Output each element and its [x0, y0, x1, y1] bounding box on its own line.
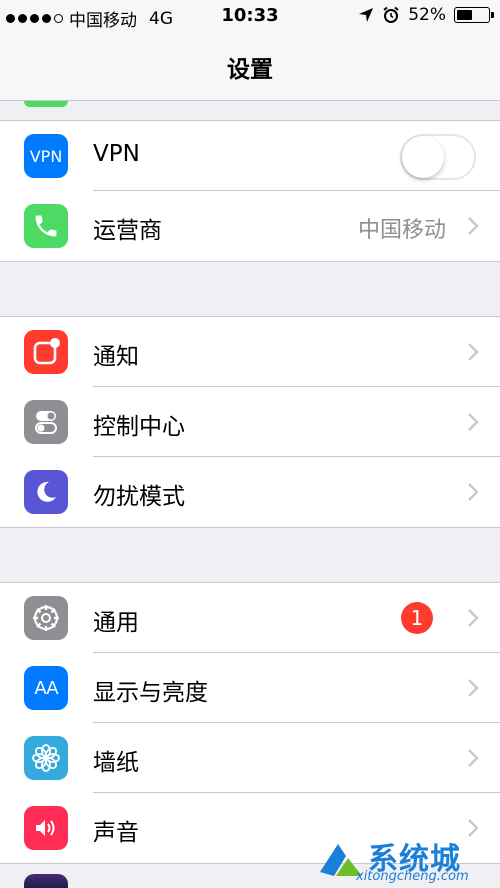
- chevron-right-icon: [468, 609, 479, 627]
- row-label: 控制中心: [93, 414, 185, 440]
- battery-icon: [454, 7, 494, 23]
- speaker-icon: [24, 806, 68, 850]
- row-label: 勿扰模式: [93, 484, 185, 510]
- chevron-right-icon: [468, 217, 479, 235]
- settings-group-network: VPN VPN 运营商 中国移动: [0, 120, 500, 262]
- partially-hidden-icon: [24, 101, 68, 107]
- chevron-right-icon: [468, 343, 479, 361]
- partially-hidden-icon: [24, 874, 68, 888]
- display-icon-text: AA: [34, 677, 58, 699]
- settings-row-notifications[interactable]: 通知: [0, 317, 500, 387]
- row-label: 运营商: [93, 218, 162, 244]
- wallpaper-flower-icon: [24, 736, 68, 780]
- vpn-toggle[interactable]: [400, 134, 476, 180]
- settings-row-control-center[interactable]: 控制中心: [0, 387, 500, 457]
- row-value: 中国移动: [357, 218, 446, 243]
- chevron-right-icon: [468, 413, 479, 431]
- notifications-icon: [24, 330, 68, 374]
- row-label: 声音: [93, 820, 139, 846]
- status-right: 52%: [358, 5, 494, 25]
- row-label: 通用: [93, 610, 139, 636]
- settings-row-display-brightness[interactable]: AA 显示与亮度: [0, 653, 500, 723]
- vpn-icon-text: VPN: [29, 146, 63, 166]
- control-center-icon: [24, 400, 68, 444]
- location-arrow-icon: [359, 8, 374, 22]
- row-label: 墙纸: [93, 750, 139, 776]
- moon-icon: [24, 470, 68, 514]
- vpn-icon: VPN: [24, 134, 68, 178]
- settings-row-general[interactable]: 通用 1: [0, 583, 500, 653]
- settings-group-notifications: 通知 控制中心 勿扰模式: [0, 316, 500, 528]
- battery-percent: 52%: [408, 5, 446, 25]
- status-bar: 中国移动 4G 10:33 52%: [0, 0, 500, 36]
- settings-row-wallpaper[interactable]: 墙纸: [0, 723, 500, 793]
- chevron-right-icon: [468, 749, 479, 767]
- navigation-bar: 设置: [0, 36, 500, 101]
- settings-row-do-not-disturb[interactable]: 勿扰模式: [0, 457, 500, 527]
- toggle-knob: [402, 136, 444, 178]
- page-title: 设置: [227, 57, 273, 83]
- watermark-url: xitongcheng.com: [356, 869, 469, 884]
- watermark-logo: 系统城 xitongcheng.com: [316, 830, 496, 886]
- row-label: 通知: [93, 344, 139, 370]
- chevron-right-icon: [468, 483, 479, 501]
- gear-icon: [24, 596, 68, 640]
- phone-icon: [24, 204, 68, 248]
- settings-row-vpn[interactable]: VPN VPN: [0, 121, 500, 191]
- row-label: 显示与亮度: [93, 680, 208, 706]
- chevron-right-icon: [468, 679, 479, 697]
- update-badge: 1: [401, 602, 433, 634]
- display-brightness-icon: AA: [24, 666, 68, 710]
- alarm-clock-icon: [383, 6, 399, 23]
- settings-group-general: 通用 1 AA 显示与亮度 墙纸 声音: [0, 582, 500, 864]
- settings-row-carrier[interactable]: 运营商 中国移动: [0, 191, 500, 261]
- row-label: VPN: [93, 141, 140, 167]
